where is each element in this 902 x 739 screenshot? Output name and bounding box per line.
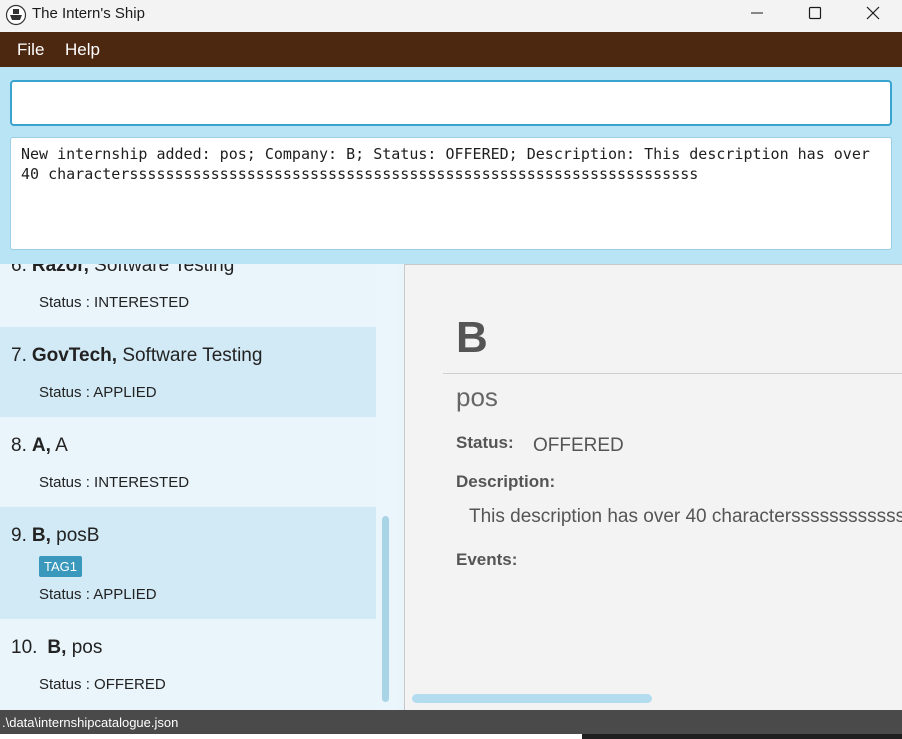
list-item[interactable]: 8. A, A Status : INTERESTED <box>0 417 376 507</box>
card-header: 8. A, A <box>11 435 68 457</box>
minimize-icon <box>751 12 763 14</box>
card-role: pos <box>71 637 103 658</box>
card-company: A, <box>31 435 51 456</box>
list-item[interactable]: 10. B, pos Status : OFFERED <box>0 619 376 710</box>
card-index: 6. <box>11 264 27 276</box>
close-icon <box>866 6 880 20</box>
taskbar-edge <box>582 734 902 739</box>
menu-bar: File Help <box>0 32 902 67</box>
command-input[interactable] <box>10 80 892 126</box>
list-scrollbar-thumb[interactable] <box>382 516 389 702</box>
card-role: posB <box>56 525 100 546</box>
card-role: Software Testing <box>122 345 263 366</box>
detail-status-label: Status: <box>456 433 514 452</box>
command-area: New internship added: pos; Company: B; S… <box>0 67 902 264</box>
detail-panel: B pos Status: OFFERED Description: This … <box>404 264 902 710</box>
minimize-button[interactable] <box>728 0 786 28</box>
menu-file[interactable]: File <box>17 40 44 60</box>
card-status: Status : APPLIED <box>39 586 157 603</box>
card-company: Razor, <box>31 264 89 276</box>
detail-status-value: OFFERED <box>533 435 624 456</box>
title-bar: The Intern's Ship <box>0 0 902 32</box>
result-display: New internship added: pos; Company: B; S… <box>10 137 892 250</box>
window-title: The Intern's Ship <box>32 5 145 22</box>
list-item[interactable]: 7. GovTech, Software Testing Status : APP… <box>0 327 376 417</box>
detail-horizontal-scrollbar[interactable] <box>412 694 652 703</box>
card-company: GovTech, <box>31 345 118 366</box>
maximize-icon <box>808 6 822 20</box>
internship-list[interactable]: 6. Razor, Software Testing Status : INTER… <box>0 264 376 710</box>
card-status: Status : INTERESTED <box>39 474 190 491</box>
tag-badge: TAG1 <box>39 556 82 577</box>
maximize-button[interactable] <box>786 0 844 28</box>
card-header: 10. B, pos <box>11 637 102 659</box>
card-header: 9. B, posB <box>11 525 99 547</box>
detail-company: B <box>456 313 488 362</box>
panel-divider[interactable] <box>396 264 404 710</box>
save-location: .\data\internshipcatalogue.json <box>2 715 179 730</box>
detail-role: pos <box>456 382 498 412</box>
detail-events-label: Events: <box>456 550 518 569</box>
card-company: B, <box>47 637 67 658</box>
card-company: B, <box>31 525 51 546</box>
card-index: 7. <box>11 345 27 366</box>
ship-app-icon <box>5 4 27 26</box>
card-role: Software Testing <box>94 264 235 276</box>
card-header: 6. Razor, Software Testing <box>11 264 234 277</box>
detail-divider <box>443 373 902 374</box>
card-role: A <box>55 435 68 456</box>
card-index: 8. <box>11 435 27 456</box>
list-item[interactable]: 6. Razor, Software Testing Status : INTER… <box>0 264 376 327</box>
close-button[interactable] <box>844 0 902 28</box>
detail-description-label: Description: <box>456 472 556 491</box>
card-index: 10. <box>11 637 38 658</box>
card-header: 7. GovTech, Software Testing <box>11 345 262 367</box>
status-bar: .\data\internshipcatalogue.json <box>0 710 902 734</box>
list-item[interactable]: 9. B, posB TAG1 Status : APPLIED <box>0 507 376 619</box>
card-status: Status : APPLIED <box>39 384 157 401</box>
card-status: Status : INTERESTED <box>39 294 190 311</box>
detail-description-value: This description has over 40 characterss… <box>469 506 902 527</box>
card-status: Status : OFFERED <box>39 676 166 693</box>
menu-help[interactable]: Help <box>65 40 100 60</box>
card-index: 9. <box>11 525 27 546</box>
